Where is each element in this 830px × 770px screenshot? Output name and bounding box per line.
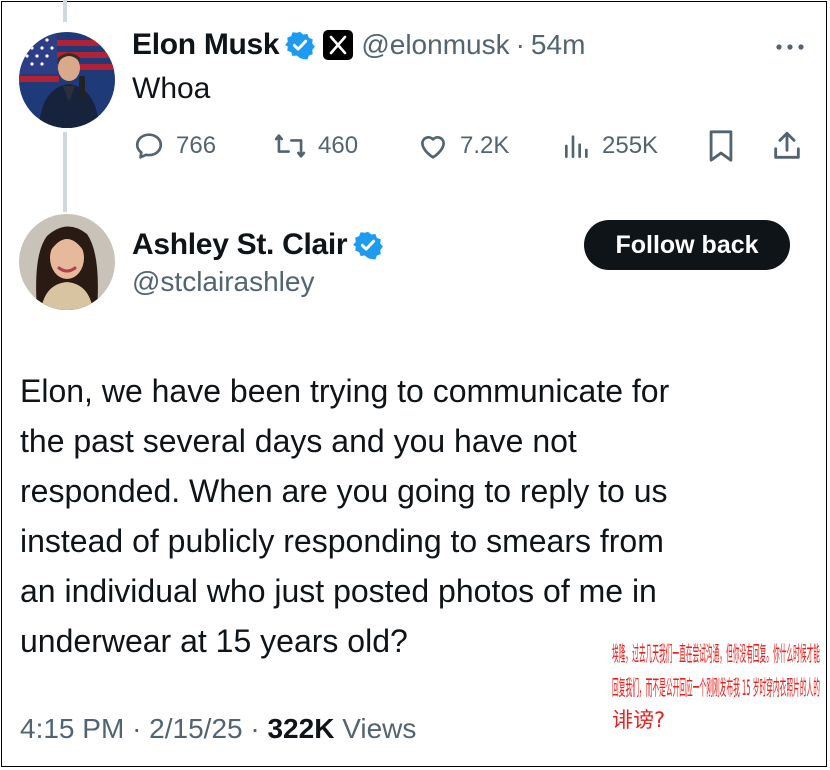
follow-back-button[interactable]: Follow back bbox=[584, 220, 790, 270]
x-logo-icon bbox=[323, 30, 354, 60]
post-body-line: the past several days and you have not bbox=[20, 423, 577, 459]
like-icon bbox=[416, 129, 450, 163]
thread-line bbox=[63, 0, 67, 22]
views-button[interactable]: 255K bbox=[562, 126, 658, 166]
share-button[interactable] bbox=[770, 126, 804, 166]
repost-icon bbox=[272, 129, 308, 163]
avatar-ashley-st-clair[interactable] bbox=[19, 214, 115, 310]
like-count: 7.2K bbox=[460, 132, 510, 159]
like-button[interactable]: 7.2K bbox=[416, 126, 509, 166]
verified-badge-icon bbox=[353, 230, 384, 260]
views-icon bbox=[562, 130, 592, 162]
post-body-line: instead of publicly responding to smears… bbox=[20, 523, 664, 559]
repost-button[interactable]: 460 bbox=[272, 126, 358, 166]
reply-button[interactable]: 766 bbox=[132, 126, 216, 166]
post-body-line: an individual who just posted photos of … bbox=[20, 573, 657, 609]
author-name[interactable]: Ashley St. Clair bbox=[132, 228, 348, 262]
reply-text: Whoa bbox=[132, 72, 211, 105]
bookmark-button[interactable] bbox=[706, 126, 736, 166]
post-date[interactable]: 2/15/25 bbox=[149, 713, 242, 744]
post-meta: 4:15 PM · 2/15/25 · 322K Views bbox=[20, 713, 416, 745]
verified-badge-icon bbox=[285, 30, 316, 60]
post-body-line: responded. When are you going to reply t… bbox=[20, 473, 668, 509]
views-count: 255K bbox=[602, 132, 659, 159]
post-body-line: Elon, we have been trying to communicate… bbox=[20, 373, 670, 409]
reply-icon bbox=[132, 129, 166, 163]
translation-line: 回复我们，而不是公开回应一个刚刚发布我 15 岁时穿内衣照片的人的 bbox=[612, 676, 821, 700]
quoted-handle-row: @stclairashley bbox=[132, 266, 314, 298]
thread-line bbox=[63, 132, 67, 212]
post-time[interactable]: 4:15 PM bbox=[20, 713, 124, 744]
views-label: Views bbox=[342, 713, 417, 744]
bookmark-icon bbox=[706, 129, 736, 163]
views-count[interactable]: 322K bbox=[267, 713, 334, 744]
separator-dot: · bbox=[132, 713, 142, 744]
action-bar: 766 460 7.2K 255K bbox=[132, 126, 812, 166]
reply-header: Elon Musk @elonmusk · 54m bbox=[132, 28, 585, 62]
author-name[interactable]: Elon Musk bbox=[132, 28, 280, 62]
more-icon[interactable] bbox=[774, 40, 806, 58]
repost-count: 460 bbox=[318, 132, 359, 159]
author-handle[interactable]: @stclairashley bbox=[132, 266, 314, 298]
translation-line: 埃隆，过去几天我们一直在尝试沟通，但你没有回复。你什么时候才能 bbox=[612, 642, 820, 666]
quoted-header: Ashley St. Clair bbox=[132, 228, 384, 262]
translation-line: 诽谤? bbox=[612, 708, 666, 732]
separator-dot: · bbox=[515, 29, 525, 60]
reply-count: 766 bbox=[176, 132, 217, 159]
separator-dot: · bbox=[250, 713, 260, 744]
post-body: Elon, we have been trying to communicate… bbox=[20, 366, 790, 666]
share-icon bbox=[770, 129, 804, 163]
avatar-elon-musk[interactable] bbox=[19, 32, 115, 128]
author-handle[interactable]: @elonmusk bbox=[361, 29, 509, 61]
post-time[interactable]: 54m bbox=[531, 29, 585, 61]
